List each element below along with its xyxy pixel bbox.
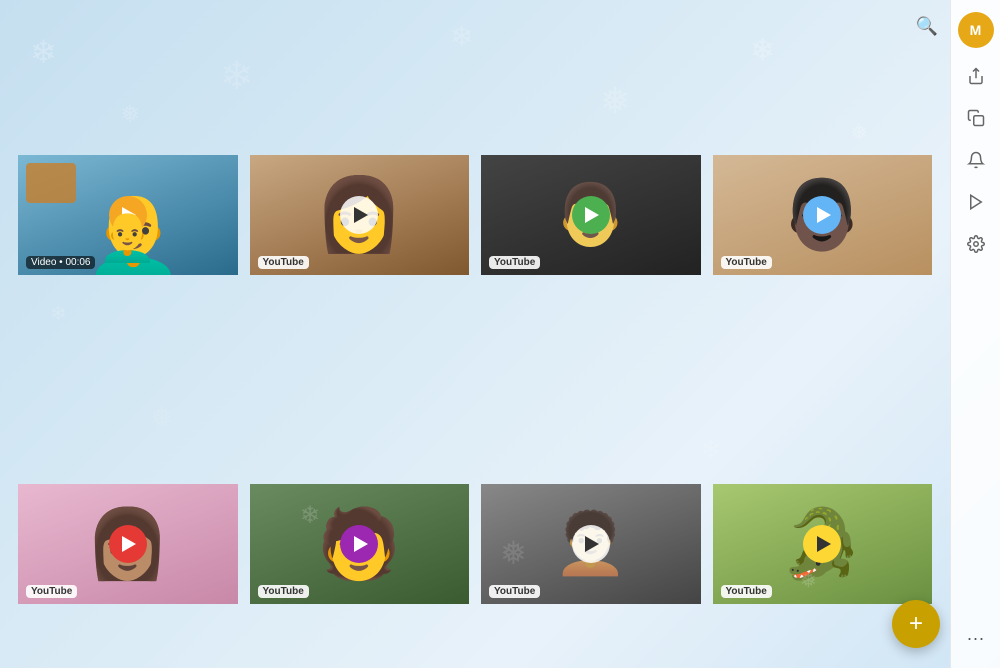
settings-icon[interactable] [958, 226, 994, 262]
card-8-play-icon [817, 536, 831, 552]
card-7-thumbnail: 🧑‍🦱 YouTube [481, 484, 701, 604]
search-button[interactable]: 🔍 [909, 8, 945, 44]
card-2-youtube-badge: YouTube [258, 256, 309, 269]
card-4-play-btn[interactable] [803, 196, 841, 234]
card-3-thumbnail: 👨 YouTube [481, 155, 701, 275]
card-5-thumbnail: 👩🏽 YouTube [18, 484, 238, 604]
card-5-play-icon [122, 536, 136, 552]
card-6-play-icon [354, 536, 368, 552]
card-4-play-icon [817, 207, 831, 223]
card-8-play-btn[interactable] [803, 525, 841, 563]
card-7-play-btn[interactable] [572, 525, 610, 563]
share-icon[interactable] [958, 58, 994, 94]
card-3-youtube-badge: YouTube [489, 256, 540, 269]
more-options-icon[interactable]: ··· [958, 620, 994, 656]
card-1-play-btn[interactable] [109, 196, 147, 234]
card-4-thumbnail: 👨🏿 YouTube [713, 155, 933, 275]
user-avatar[interactable]: M [958, 12, 994, 48]
card-2-play-btn[interactable] [340, 196, 378, 234]
fab-plus-icon: + [909, 610, 923, 638]
fab-add-button[interactable]: + [892, 600, 940, 648]
card-1-play-icon [122, 207, 136, 223]
card-3-play-icon [585, 207, 599, 223]
card-8-youtube-badge: YouTube [721, 585, 772, 598]
card-1-thumbnail: 👨‍🦲 Video • 00:06 [18, 155, 238, 275]
right-sidebar: M ··· [950, 0, 1000, 668]
card-4-youtube-badge: YouTube [721, 256, 772, 269]
copy-icon[interactable] [958, 100, 994, 136]
bell-icon[interactable] [958, 142, 994, 178]
card-6-play-btn[interactable] [340, 525, 378, 563]
card-5-youtube-badge: YouTube [26, 585, 77, 598]
card-6-thumbnail: 🧑 YouTube [250, 484, 470, 604]
card-1-video-badge: Video • 00:06 [26, 256, 95, 269]
card-7-youtube-badge: YouTube [489, 585, 540, 598]
card-6-youtube-badge: YouTube [258, 585, 309, 598]
card-3-play-btn[interactable] [572, 196, 610, 234]
play-icon[interactable] [958, 184, 994, 220]
card-7-play-icon [585, 536, 599, 552]
card-2-thumbnail: 👩 YouTube [250, 155, 470, 275]
card-2-play-icon [354, 207, 368, 223]
card-8-thumbnail: 🐊 YouTube [713, 484, 933, 604]
card-5-play-btn[interactable] [109, 525, 147, 563]
